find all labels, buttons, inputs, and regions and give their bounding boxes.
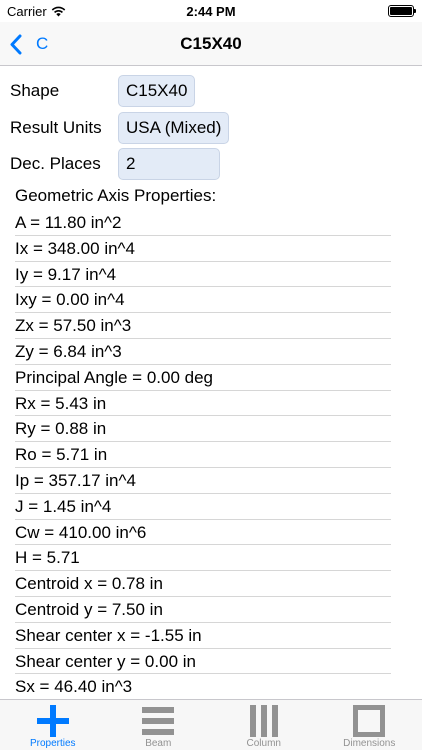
status-time: 2:44 PM [186,4,236,19]
shape-label: Shape [10,81,60,100]
list-item: Shear center x = -1.55 in [15,623,391,649]
tab-properties[interactable]: Properties [0,700,106,750]
list-item: Rx = 5.43 in [15,391,391,417]
shape-field[interactable]: C15X40 [118,75,196,107]
list-item: Shear center y = 0.00 in [15,649,391,675]
page-title: C15X40 [180,34,242,53]
tab-dimensions[interactable]: Dimensions [317,700,422,750]
units-field[interactable]: USA (Mixed) [118,112,230,144]
tab-label: Column [246,738,281,749]
list-item: Zx = 57.50 in^3 [15,313,391,339]
tab-beam[interactable]: Beam [106,700,212,750]
list-item: Ip = 357.17 in^4 [15,468,391,494]
tab-label: Dimensions [343,738,396,749]
battery-icon [388,5,416,17]
units-row: Result Units USA (Mixed) [10,112,230,144]
decimals-label: Dec. Places [10,154,101,173]
tab-label: Beam [145,738,172,749]
back-button[interactable]: C [10,22,48,66]
navigation-bar: C15X40 C [0,22,422,66]
tab-bar: Properties Beam Column Dimensions [0,699,422,750]
list-item: A = 11.80 in^2 [15,210,391,236]
chevron-left-icon [10,34,22,54]
plus-icon [36,703,70,738]
list-item: Centroid y = 7.50 in [15,597,391,623]
units-label: Result Units [10,118,102,137]
dimensions-icon [353,703,386,738]
column-icon [248,703,280,738]
shape-row: Shape C15X40 [10,75,196,107]
tab-column[interactable]: Column [211,700,317,750]
beam-icon [142,703,175,738]
list-item: H = 5.71 [15,545,391,572]
decimals-row: Dec. Places 2 [10,148,220,180]
list-item: Zy = 6.84 in^3 [15,339,391,365]
list-item: Ixy = 0.00 in^4 [15,287,391,314]
status-right [388,5,416,17]
list-item: Sx = 46.40 in^3 [15,674,391,701]
tab-label: Properties [29,738,76,749]
list-item: Ry = 0.88 in [15,416,391,443]
list-item: Centroid x = 0.78 in [15,571,391,597]
status-bar: Carrier 2:44 PM [0,0,422,22]
decimals-field[interactable]: 2 [118,148,220,180]
properties-list: Geometric Axis Properties: A = 11.80 in^… [15,182,391,701]
list-item: Iy = 9.17 in^4 [15,262,391,288]
list-item: Principal Angle = 0.00 deg [15,365,391,391]
list-item: Ix = 348.00 in^4 [15,236,391,262]
list-item: Cw = 410.00 in^6 [15,520,391,546]
properties-heading: Geometric Axis Properties: [15,186,217,205]
back-label: C [36,34,49,53]
list-item: J = 1.45 in^4 [15,494,391,520]
list-item: Ro = 5.71 in [15,442,391,468]
